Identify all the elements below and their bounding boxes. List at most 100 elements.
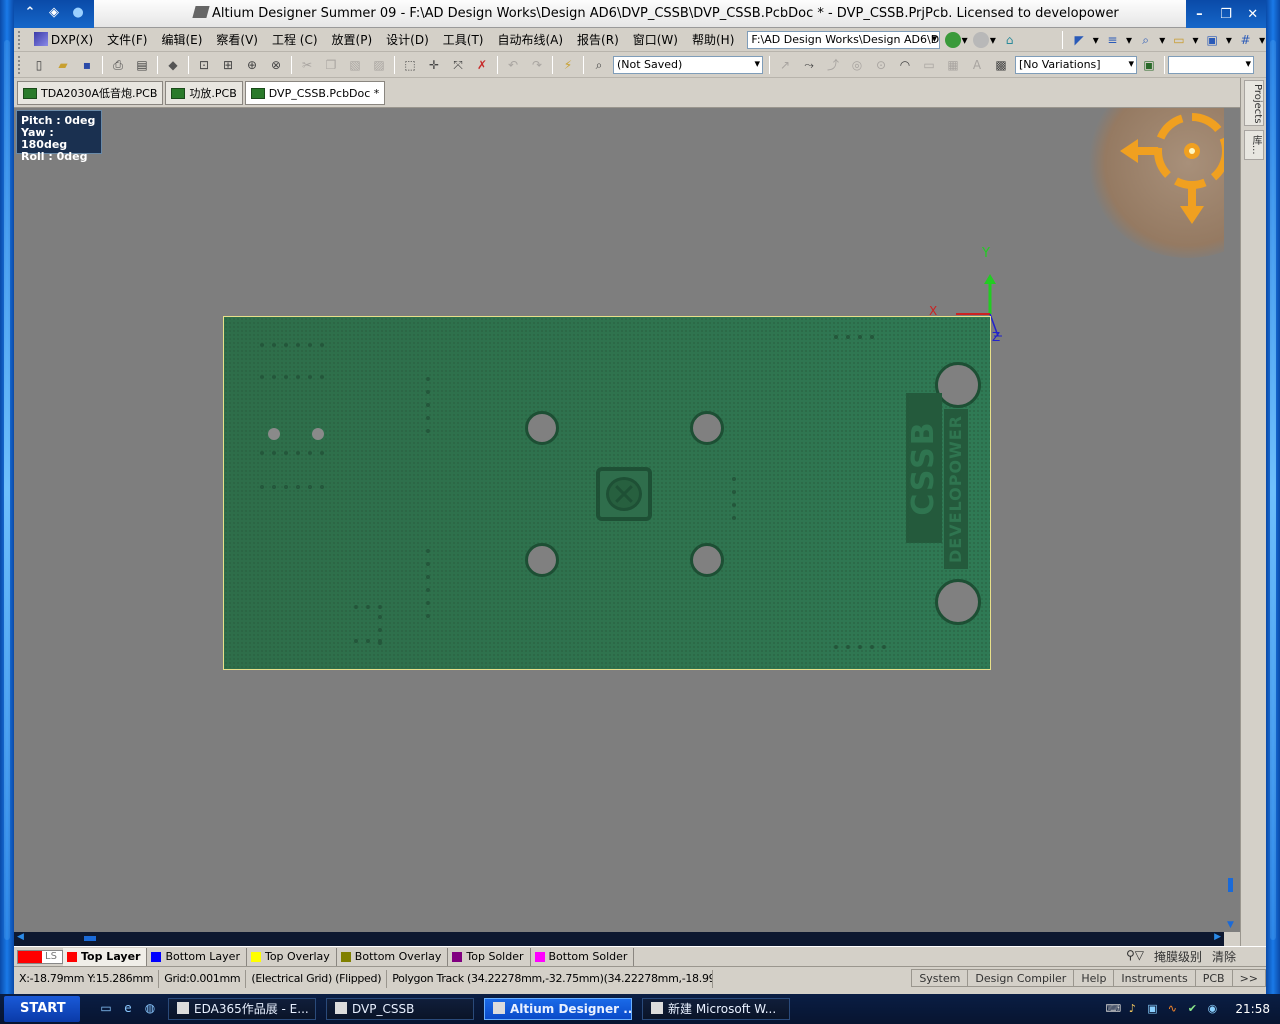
sensor-component[interactable] bbox=[596, 467, 652, 521]
toolbar-grip[interactable] bbox=[18, 30, 24, 49]
system-panel-button[interactable]: System bbox=[911, 969, 969, 987]
layer-tab-top-overlay[interactable]: Top Overlay bbox=[247, 947, 337, 966]
internet-explorer-icon[interactable]: e bbox=[120, 1001, 136, 1017]
layer-tab-bottom-overlay[interactable]: Bottom Overlay bbox=[337, 947, 449, 966]
menu-design[interactable]: 设计(D) bbox=[379, 31, 436, 48]
new-file-icon[interactable]: ▯ bbox=[29, 56, 49, 74]
title-bar[interactable]: ⌃ ◈ ● Altium Designer Summer 09 - F:\AD … bbox=[14, 0, 1266, 28]
chevron-down-icon[interactable]: ▾ bbox=[1225, 32, 1233, 48]
layer-tab-top-layer[interactable]: Top Layer bbox=[63, 947, 148, 966]
copy-icon[interactable]: ❐ bbox=[321, 56, 341, 74]
mounting-hole[interactable] bbox=[690, 543, 724, 577]
align-icon[interactable]: ≡ bbox=[1104, 32, 1122, 48]
restore-button[interactable]: ❐ bbox=[1217, 7, 1235, 22]
interactive-route-icon[interactable]: ↗ bbox=[775, 56, 795, 74]
pcb-board[interactable]: CSSB DEVELOPOWER bbox=[223, 316, 991, 670]
minimize-button[interactable]: – bbox=[1190, 7, 1208, 22]
graph-icon[interactable]: ◤ bbox=[1070, 32, 1088, 48]
variations-combo[interactable]: [No Variations] bbox=[1015, 55, 1137, 74]
string-icon[interactable]: A bbox=[967, 56, 987, 74]
pcb-3d-viewport[interactable]: Pitch : 0deg Yaw : 180deg Roll : 0deg Y … bbox=[14, 108, 1224, 932]
projects-panel-tab[interactable]: Projects bbox=[1244, 80, 1264, 126]
saved-state-combo[interactable]: (Not Saved) bbox=[613, 55, 763, 74]
menu-window[interactable]: 窗口(W) bbox=[626, 31, 685, 48]
browser-icon[interactable]: ◍ bbox=[142, 1001, 158, 1017]
move-icon[interactable]: ✛ bbox=[424, 56, 444, 74]
filter-icon[interactable]: ⚲▽ bbox=[1126, 948, 1144, 965]
menu-view[interactable]: 察看(V) bbox=[209, 31, 265, 48]
show-desktop-icon[interactable]: ▭ bbox=[98, 1001, 114, 1017]
forward-icon[interactable] bbox=[973, 31, 990, 48]
deselect-icon[interactable]: ⤧ bbox=[448, 56, 468, 74]
menu-autoroute[interactable]: 自动布线(A) bbox=[490, 31, 570, 48]
task-word-document[interactable]: 新建 Microsoft W... bbox=[642, 998, 790, 1020]
speaker-icon[interactable]: ♪ bbox=[1125, 1002, 1139, 1016]
home-icon[interactable]: ⌂ bbox=[1001, 32, 1019, 48]
update-icon[interactable]: ◉ bbox=[1205, 1002, 1219, 1016]
chevron-down-icon[interactable]: ▾ bbox=[989, 32, 997, 48]
save-icon[interactable]: ▪ bbox=[77, 56, 97, 74]
mounting-hole[interactable] bbox=[690, 411, 724, 445]
chevron-down-icon[interactable]: ▾ bbox=[1192, 32, 1200, 48]
network-icon[interactable]: ▣ bbox=[1145, 1002, 1159, 1016]
instruments-panel-button[interactable]: Instruments bbox=[1113, 969, 1196, 987]
doc-tab-amplifier[interactable]: 功放.PCB bbox=[165, 81, 243, 105]
room-icon[interactable]: ▣ bbox=[1203, 32, 1221, 48]
multi-route-icon[interactable]: ⤴ bbox=[823, 56, 843, 74]
fill-icon[interactable]: ▭ bbox=[919, 56, 939, 74]
task-dvp-cssb[interactable]: DVP_CSSB bbox=[326, 998, 474, 1020]
zoom-selected-icon[interactable]: ⊕ bbox=[242, 56, 262, 74]
keyboard-icon[interactable]: ⌨ bbox=[1105, 1002, 1121, 1016]
chevron-down-icon[interactable]: ▾ bbox=[1092, 32, 1100, 48]
menu-reports[interactable]: 报告(R) bbox=[570, 31, 626, 48]
chevron-down-icon[interactable]: ▾ bbox=[1158, 32, 1166, 48]
bulb-icon[interactable]: ● bbox=[70, 5, 86, 21]
mounting-hole[interactable] bbox=[525, 411, 559, 445]
task-altium-designer[interactable]: Altium Designer ... bbox=[484, 998, 632, 1020]
diff-pair-icon[interactable]: ⤳ bbox=[799, 56, 819, 74]
scroll-left-icon[interactable]: ◀ bbox=[17, 932, 24, 942]
menu-edit[interactable]: 编辑(E) bbox=[154, 31, 209, 48]
task-eda365[interactable]: EDA365作品展 - E... bbox=[168, 998, 316, 1020]
select-area-icon[interactable]: ⬚ bbox=[400, 56, 420, 74]
variant-icon[interactable]: ▣ bbox=[1139, 56, 1159, 74]
scroll-down-icon[interactable]: ▼ bbox=[1227, 920, 1234, 930]
library-panel-tab[interactable]: 库... bbox=[1244, 130, 1264, 160]
print-preview-icon[interactable]: ▤ bbox=[132, 56, 152, 74]
horizontal-scrollbar[interactable]: ◀ ▶ bbox=[14, 932, 1224, 946]
open-folder-icon[interactable]: ▰ bbox=[53, 56, 73, 74]
component-icon[interactable]: ▩ bbox=[991, 56, 1011, 74]
doc-tab-dvp-cssb[interactable]: DVP_CSSB.PcbDoc * bbox=[244, 81, 386, 105]
security-icon[interactable]: ✔ bbox=[1185, 1002, 1199, 1016]
redo-icon[interactable]: ↷ bbox=[527, 56, 547, 74]
zoom-filtered-icon[interactable]: ⊗ bbox=[266, 56, 286, 74]
through-hole-pad[interactable] bbox=[312, 428, 324, 440]
menu-place[interactable]: 放置(P) bbox=[325, 31, 380, 48]
pcb-panel-button[interactable]: PCB bbox=[1194, 969, 1233, 987]
chevron-down-icon[interactable]: ▾ bbox=[1258, 32, 1266, 48]
menu-tools[interactable]: 工具(T) bbox=[436, 31, 491, 48]
undo-icon[interactable]: ↶ bbox=[503, 56, 523, 74]
ruler-icon[interactable]: ▭ bbox=[1170, 32, 1188, 48]
chevron-up-icon[interactable]: ⌃ bbox=[22, 5, 38, 21]
arc-icon[interactable]: ◠ bbox=[895, 56, 915, 74]
paste-icon[interactable]: ▧ bbox=[345, 56, 365, 74]
mask-level-button[interactable]: 掩膜级别 bbox=[1154, 948, 1202, 965]
current-layer-indicator[interactable]: LS bbox=[17, 949, 63, 964]
clear-filter-icon[interactable]: ✗ bbox=[472, 56, 492, 74]
layer-tab-top-solder[interactable]: Top Solder bbox=[448, 947, 531, 966]
via-icon[interactable]: ⊙ bbox=[871, 56, 891, 74]
menu-project[interactable]: 工程 (C) bbox=[265, 31, 325, 48]
crossprobe-icon[interactable]: ⚡ bbox=[558, 56, 578, 74]
rubber-stamp-icon[interactable]: ▨ bbox=[369, 56, 389, 74]
browse-icon[interactable]: ⌕ bbox=[589, 56, 609, 74]
pad-icon[interactable]: ◎ bbox=[847, 56, 867, 74]
zoom-area-icon[interactable]: ⊞ bbox=[218, 56, 238, 74]
compass-arrows[interactable] bbox=[1114, 108, 1224, 228]
menu-help[interactable]: 帮助(H) bbox=[685, 31, 741, 48]
clear-button[interactable]: 清除 bbox=[1212, 948, 1236, 965]
scroll-right-icon[interactable]: ▶ bbox=[1214, 932, 1221, 942]
chevron-down-icon[interactable]: ▾ bbox=[961, 32, 969, 48]
menu-file[interactable]: 文件(F) bbox=[100, 31, 154, 48]
doc-tab-tda2030a[interactable]: TDA2030A低音炮.PCB bbox=[17, 81, 164, 105]
